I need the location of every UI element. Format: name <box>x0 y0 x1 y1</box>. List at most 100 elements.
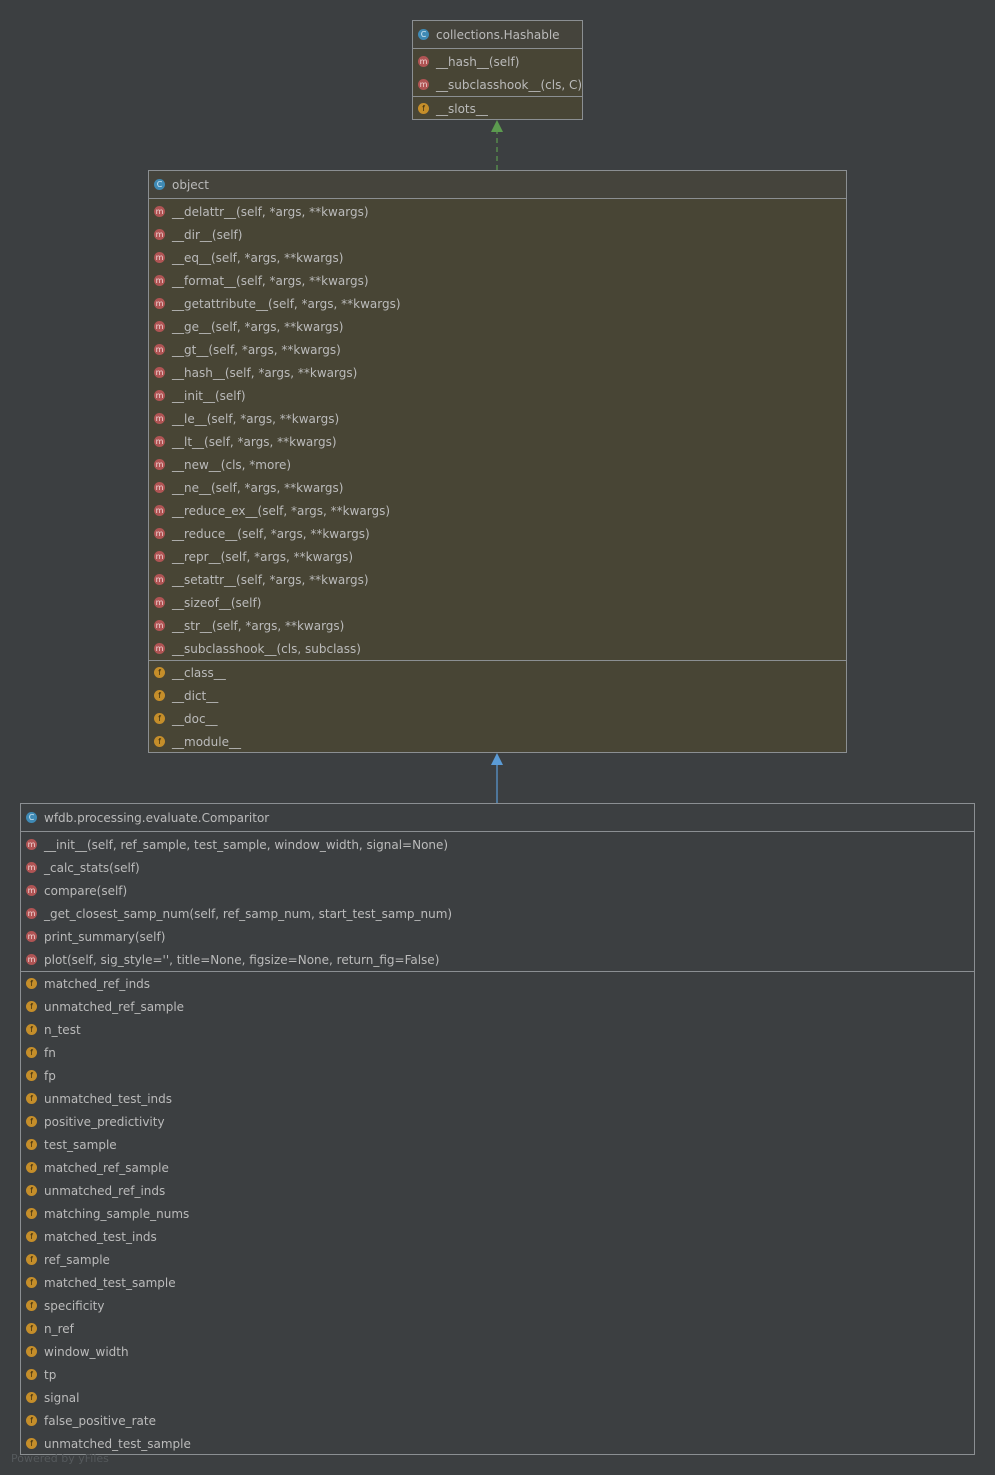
field-icon: f <box>26 1323 37 1334</box>
method-row[interactable]: m __str__(self, *args, **kwargs) <box>149 614 846 637</box>
method-row[interactable]: m __reduce__(self, *args, **kwargs) <box>149 522 846 545</box>
method-label: __le__(self, *args, **kwargs) <box>172 411 340 426</box>
field-row[interactable]: f test_sample <box>21 1133 974 1156</box>
field-row[interactable]: f __module__ <box>149 730 846 753</box>
method-row[interactable]: m __init__(self, ref_sample, test_sample,… <box>21 833 974 856</box>
method-icon: m <box>154 620 165 631</box>
methods-section: m __hash__(self) m __subclasshook__(cls, C) <box>413 49 582 96</box>
method-row[interactable]: m __le__(self, *args, **kwargs) <box>149 407 846 430</box>
class-node-comparitor[interactable]: C wfdb.processing.evaluate.Comparitor m _… <box>20 803 975 1455</box>
method-icon: m <box>154 298 165 309</box>
method-row[interactable]: m __getattribute__(self, *args, **kwargs) <box>149 292 846 315</box>
method-icon: m <box>26 862 37 873</box>
method-label: __init__(self, ref_sample, test_sample, … <box>44 837 449 852</box>
method-label: __gt__(self, *args, **kwargs) <box>172 342 341 357</box>
field-row[interactable]: f matched_test_inds <box>21 1225 974 1248</box>
method-label: __str__(self, *args, **kwargs) <box>172 618 345 633</box>
method-row[interactable]: m __subclasshook__(cls, C) <box>413 73 582 96</box>
method-row[interactable]: m __subclasshook__(cls, subclass) <box>149 637 846 660</box>
method-row[interactable]: m compare(self) <box>21 879 974 902</box>
method-label: __new__(cls, *more) <box>172 457 292 472</box>
method-label: __ge__(self, *args, **kwargs) <box>172 319 344 334</box>
method-row[interactable]: m __ge__(self, *args, **kwargs) <box>149 315 846 338</box>
class-node-object[interactable]: C object m __delattr__(self, *args, **kwa… <box>148 170 847 753</box>
field-icon: f <box>154 713 165 724</box>
method-icon: m <box>154 367 165 378</box>
field-row[interactable]: f matched_ref_sample <box>21 1156 974 1179</box>
field-row[interactable]: f __dict__ <box>149 684 846 707</box>
method-icon: m <box>154 597 165 608</box>
method-icon: m <box>26 908 37 919</box>
method-label: __format__(self, *args, **kwargs) <box>172 273 369 288</box>
method-icon: m <box>154 344 165 355</box>
footer-credit: Powered by yFiles <box>11 1452 109 1465</box>
field-icon: f <box>26 1438 37 1449</box>
method-label: __hash__(self) <box>436 54 520 69</box>
method-row[interactable]: m print_summary(self) <box>21 925 974 948</box>
field-label: __class__ <box>172 665 226 680</box>
field-row[interactable]: f matched_ref_inds <box>21 972 974 995</box>
field-row[interactable]: f n_test <box>21 1018 974 1041</box>
field-icon: f <box>26 1369 37 1380</box>
method-row[interactable]: m __init__(self) <box>149 384 846 407</box>
field-icon: f <box>26 1392 37 1403</box>
method-row[interactable]: m __new__(cls, *more) <box>149 453 846 476</box>
field-row[interactable]: f __slots__ <box>413 97 582 120</box>
method-row[interactable]: m _get_closest_samp_num(self, ref_samp_nu… <box>21 902 974 925</box>
field-row[interactable]: f unmatched_ref_inds <box>21 1179 974 1202</box>
method-label: __eq__(self, *args, **kwargs) <box>172 250 344 265</box>
method-row[interactable]: m __lt__(self, *args, **kwargs) <box>149 430 846 453</box>
field-row[interactable]: f unmatched_test_sample <box>21 1432 974 1455</box>
method-row[interactable]: m __setattr__(self, *args, **kwargs) <box>149 568 846 591</box>
field-icon: f <box>26 1231 37 1242</box>
method-icon: m <box>26 885 37 896</box>
field-row[interactable]: f unmatched_test_inds <box>21 1087 974 1110</box>
field-row[interactable]: f positive_predictivity <box>21 1110 974 1133</box>
field-row[interactable]: f tp <box>21 1363 974 1386</box>
field-row[interactable]: f specificity <box>21 1294 974 1317</box>
method-row[interactable]: m __hash__(self) <box>413 50 582 73</box>
field-row[interactable]: f window_width <box>21 1340 974 1363</box>
method-label: plot(self, sig_style='', title=None, fig… <box>44 952 440 967</box>
field-row[interactable]: f fp <box>21 1064 974 1087</box>
method-row[interactable]: m _calc_stats(self) <box>21 856 974 879</box>
methods-section: m __init__(self, ref_sample, test_sample,… <box>21 832 974 971</box>
method-row[interactable]: m __format__(self, *args, **kwargs) <box>149 269 846 292</box>
field-row[interactable]: f __class__ <box>149 661 846 684</box>
method-row[interactable]: m __reduce_ex__(self, *args, **kwargs) <box>149 499 846 522</box>
extends-arrowhead <box>491 753 503 765</box>
method-icon: m <box>154 459 165 470</box>
method-row[interactable]: m __ne__(self, *args, **kwargs) <box>149 476 846 499</box>
method-row[interactable]: m __dir__(self) <box>149 223 846 246</box>
method-row[interactable]: m plot(self, sig_style='', title=None, fi… <box>21 948 974 971</box>
field-label: test_sample <box>44 1137 117 1152</box>
method-icon: m <box>154 528 165 539</box>
field-icon: f <box>26 1116 37 1127</box>
fields-section: f __class__ f __dict__ f __doc__ f __module__ <box>149 660 846 753</box>
field-icon: f <box>26 1070 37 1081</box>
method-row[interactable]: m __hash__(self, *args, **kwargs) <box>149 361 846 384</box>
method-icon: m <box>154 252 165 263</box>
field-icon: f <box>26 1139 37 1150</box>
method-row[interactable]: m __repr__(self, *args, **kwargs) <box>149 545 846 568</box>
field-icon: f <box>154 736 165 747</box>
field-icon: f <box>26 1047 37 1058</box>
method-row[interactable]: m __gt__(self, *args, **kwargs) <box>149 338 846 361</box>
method-icon: m <box>26 839 37 850</box>
field-row[interactable]: f matching_sample_nums <box>21 1202 974 1225</box>
field-row[interactable]: f signal <box>21 1386 974 1409</box>
field-row[interactable]: f fn <box>21 1041 974 1064</box>
method-row[interactable]: m __delattr__(self, *args, **kwargs) <box>149 200 846 223</box>
field-row[interactable]: f unmatched_ref_sample <box>21 995 974 1018</box>
field-row[interactable]: f n_ref <box>21 1317 974 1340</box>
class-node-hashable[interactable]: C collections.Hashable m __hash__(self) m _… <box>412 20 583 120</box>
field-row[interactable]: f ref_sample <box>21 1248 974 1271</box>
field-row[interactable]: f matched_test_sample <box>21 1271 974 1294</box>
method-row[interactable]: m __sizeof__(self) <box>149 591 846 614</box>
field-label: specificity <box>44 1298 105 1313</box>
method-icon: m <box>154 229 165 240</box>
field-label: signal <box>44 1390 80 1405</box>
method-row[interactable]: m __eq__(self, *args, **kwargs) <box>149 246 846 269</box>
field-row[interactable]: f __doc__ <box>149 707 846 730</box>
field-row[interactable]: f false_positive_rate <box>21 1409 974 1432</box>
